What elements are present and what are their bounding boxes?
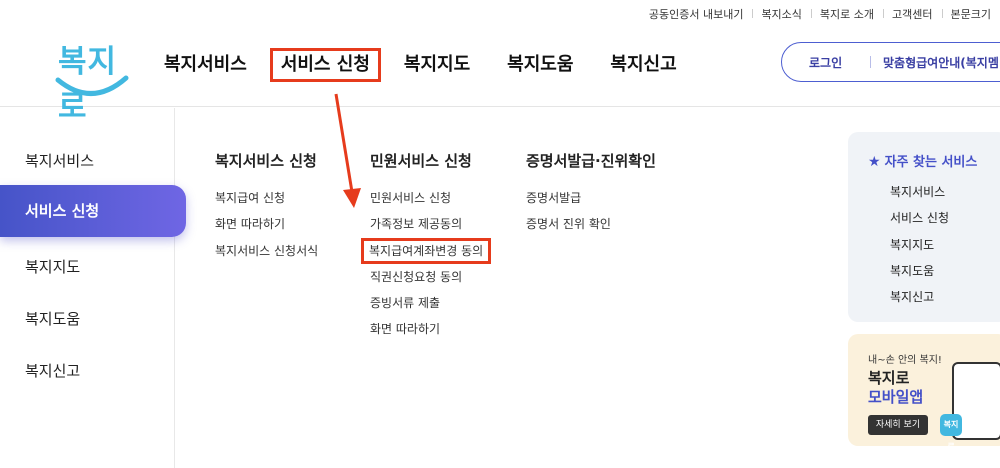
left-nav: 복지서비스 서비스 신청 복지지도 복지도움 복지신고 <box>0 108 186 468</box>
nav-welfare-help[interactable]: 복지도움 <box>493 48 587 82</box>
util-link-support[interactable]: 고객센터 <box>883 6 941 22</box>
mobile-app-banner: 내~손 안의 복지! 복지로 모바일앱 자세히 보기 복지로 <box>848 334 1000 446</box>
link-benefit-apply[interactable]: 복지급여 신청 <box>215 185 318 211</box>
annotation-arrow-icon <box>334 93 361 208</box>
util-link-about[interactable]: 복지로 소개 <box>810 6 883 22</box>
fav-item-welfare-report[interactable]: 복지신고 <box>890 284 949 310</box>
menu-column-welfare-apply: 복지서비스 신청 복지급여 신청 화면 따라하기 복지서비스 신청서식 <box>215 150 318 264</box>
link-ex-officio-consent[interactable]: 직권신청요청 동의 <box>370 264 491 290</box>
app-title-2: 모바일앱 <box>868 388 924 406</box>
column-title[interactable]: 복지서비스 신청 <box>215 150 318 171</box>
fav-item-welfare-help[interactable]: 복지도움 <box>890 258 949 284</box>
header: 복지로 복지서비스 서비스 신청 복지지도 복지도움 복지신고 로그인 맞춤형급… <box>0 28 1000 125</box>
app-tagline: 내~손 안의 복지! <box>868 355 942 366</box>
nav-welfare-map[interactable]: 복지지도 <box>390 48 484 82</box>
link-screen-guide-2[interactable]: 화면 따라하기 <box>370 316 491 342</box>
main-nav: 복지서비스 서비스 신청 복지지도 복지도움 복지신고 <box>150 48 700 82</box>
link-family-consent[interactable]: 가족정보 제공동의 <box>370 211 491 237</box>
link-screen-guide[interactable]: 화면 따라하기 <box>215 211 318 237</box>
leftnav-welfare-report[interactable]: 복지신고 <box>25 360 80 381</box>
link-verify-certificate[interactable]: 증명서 진위 확인 <box>526 211 656 237</box>
app-details-button[interactable]: 자세히 보기 <box>868 415 928 435</box>
link-apply-forms[interactable]: 복지서비스 신청서식 <box>215 238 318 264</box>
leftnav-welfare-map[interactable]: 복지지도 <box>25 256 80 277</box>
leftnav-welfare-help[interactable]: 복지도움 <box>25 308 80 329</box>
app-title-1: 복지로 <box>868 369 910 387</box>
fav-item-service-apply[interactable]: 서비스 신청 <box>890 205 949 231</box>
app-logo-icon: 복지로 <box>940 414 962 446</box>
link-submit-documents[interactable]: 증빙서류 제출 <box>370 290 491 316</box>
nav-welfare-service[interactable]: 복지서비스 <box>150 48 261 82</box>
column-title[interactable]: 증명서발급·진위확인 <box>526 150 656 171</box>
link-issue-certificate[interactable]: 증명서발급 <box>526 185 656 211</box>
nav-welfare-report[interactable]: 복지신고 <box>596 48 690 82</box>
favorites-title-text: 자주 찾는 서비스 <box>884 155 978 170</box>
favorites-title: ★ 자주 찾는 서비스 <box>868 151 977 170</box>
link-account-change-consent[interactable]: 복지급여계좌변경 동의 <box>361 237 492 264</box>
star-icon: ★ <box>868 154 881 170</box>
leftnav-welfare-service[interactable]: 복지서비스 <box>25 150 94 171</box>
login-button[interactable]: 로그인 <box>782 54 870 71</box>
site-logo[interactable]: 복지로 <box>52 30 132 125</box>
util-link-news[interactable]: 복지소식 <box>752 6 810 22</box>
column-title[interactable]: 민원서비스 신청 <box>370 150 491 171</box>
fav-item-welfare-service[interactable]: 복지서비스 <box>890 179 949 205</box>
favorites-panel: ★ 자주 찾는 서비스 복지서비스 서비스 신청 복지지도 복지도움 복지신고 <box>848 132 1000 322</box>
menu-column-civil-apply: 민원서비스 신청 민원서비스 신청 가족정보 제공동의 복지급여계좌변경 동의 … <box>361 150 492 343</box>
link-civil-apply[interactable]: 민원서비스 신청 <box>370 185 491 211</box>
util-link-textsize[interactable]: 본문크기 <box>941 6 1000 22</box>
login-pill: 로그인 맞춤형급여안내(복지멤 <box>781 42 1000 82</box>
logo-smile-icon <box>55 75 129 96</box>
menu-column-certificate: 증명서발급·진위확인 증명서발급 증명서 진위 확인 <box>526 150 656 238</box>
leftnav-service-apply[interactable]: 서비스 신청 <box>0 185 186 237</box>
nav-service-apply[interactable]: 서비스 신청 <box>269 48 381 82</box>
fav-item-welfare-map[interactable]: 복지지도 <box>890 232 949 258</box>
benefit-guide-button[interactable]: 맞춤형급여안내(복지멤 <box>871 54 999 71</box>
util-link-cert[interactable]: 공동인증서 내보내기 <box>640 6 753 22</box>
utility-bar: 공동인증서 내보내기 복지소식 복지로 소개 고객센터 본문크기 <box>640 0 1000 28</box>
